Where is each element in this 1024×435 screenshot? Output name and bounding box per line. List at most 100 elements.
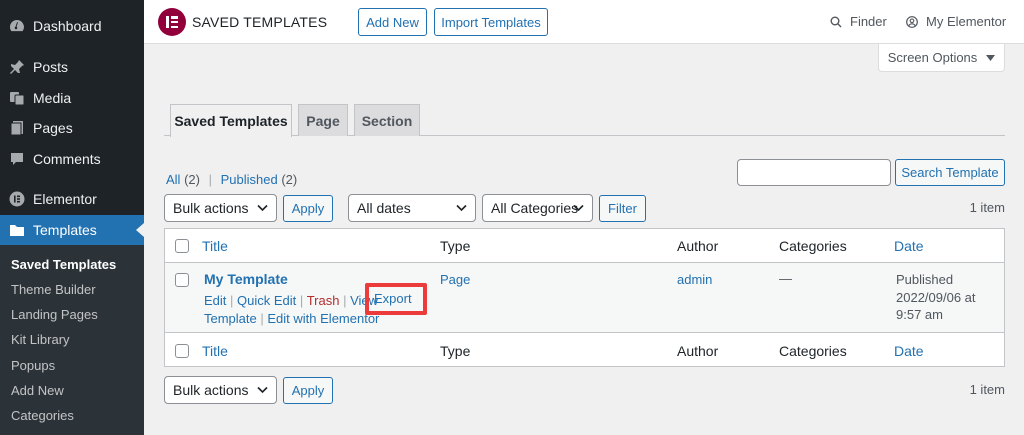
- export-template-suffix[interactable]: Template: [204, 311, 257, 326]
- trash-link[interactable]: Trash: [307, 293, 340, 308]
- view-all-link[interactable]: All: [166, 172, 180, 187]
- screen-options-label: Screen Options: [887, 50, 978, 65]
- my-elementor-label: My Elementor: [926, 14, 1007, 29]
- filter-button[interactable]: Filter: [599, 195, 646, 222]
- row-title-link[interactable]: My Template: [204, 271, 288, 287]
- tab-page[interactable]: Page: [298, 104, 348, 136]
- sidebar-item-pages[interactable]: Pages: [0, 113, 144, 143]
- action-separator: |: [299, 293, 304, 308]
- chevron-down-icon: [257, 204, 268, 212]
- export-link[interactable]: Export: [374, 291, 412, 306]
- select-all-checkbox-top[interactable]: [175, 239, 189, 253]
- view-separator: |: [208, 172, 212, 187]
- chevron-down-icon: [573, 204, 584, 212]
- categories-value: All Categories: [491, 200, 579, 216]
- items-count-bottom: 1 item: [969, 382, 1005, 397]
- sidebar-item-label: Elementor: [33, 191, 97, 207]
- submenu-theme-builder[interactable]: Theme Builder: [11, 282, 96, 297]
- column-author-footer: Author: [677, 343, 719, 359]
- submenu-saved-templates[interactable]: Saved Templates: [11, 257, 116, 272]
- dates-select[interactable]: All dates: [348, 194, 476, 222]
- templates-submenu: Saved Templates Theme Builder Landing Pa…: [0, 245, 144, 435]
- sidebar-item-comments[interactable]: Comments: [0, 144, 144, 174]
- sidebar-item-templates[interactable]: Templates: [0, 215, 144, 245]
- elementor-icon: [9, 191, 25, 207]
- column-date-header[interactable]: Date: [894, 238, 924, 254]
- elementor-header: SAVED TEMPLATES Add New Import Templates…: [144, 0, 1024, 44]
- folder-icon: [9, 222, 25, 238]
- row-categories-value: —: [779, 271, 792, 286]
- sidebar-item-dashboard[interactable]: Dashboard: [0, 11, 144, 41]
- pin-icon: [9, 59, 25, 75]
- bulk-actions-select-bottom[interactable]: Bulk actions: [164, 376, 277, 404]
- row-type-link[interactable]: Page: [440, 272, 470, 287]
- column-title-footer[interactable]: Title: [202, 343, 228, 359]
- edit-with-elementor-link[interactable]: Edit with Elementor: [267, 311, 379, 326]
- page-title: SAVED TEMPLATES: [192, 14, 328, 30]
- sidebar-item-elementor[interactable]: Elementor: [0, 184, 144, 214]
- view-published-link[interactable]: Published: [221, 172, 278, 187]
- import-templates-button[interactable]: Import Templates: [434, 8, 548, 36]
- chevron-down-icon: [257, 386, 268, 394]
- sidebar-item-media[interactable]: Media: [0, 83, 144, 113]
- sidebar-item-label: Templates: [33, 222, 97, 238]
- submenu-kit-library[interactable]: Kit Library: [11, 332, 70, 347]
- action-separator: |: [260, 311, 264, 326]
- chevron-down-icon: [456, 204, 467, 212]
- row-checkbox[interactable]: [175, 273, 189, 287]
- comment-icon: [9, 151, 25, 167]
- items-count-top: 1 item: [969, 200, 1005, 215]
- edit-link[interactable]: Edit: [204, 293, 226, 308]
- templates-table: Title Type Author Categories Date My Tem…: [164, 228, 1005, 367]
- column-type-footer: Type: [440, 343, 471, 359]
- sidebar-item-label: Comments: [33, 151, 101, 167]
- sidebar-item-label: Pages: [33, 120, 73, 136]
- row-date: Published 2022/09/06 at 9:57 am: [896, 271, 976, 324]
- column-type-header: Type: [440, 238, 471, 254]
- sidebar-item-posts[interactable]: Posts: [0, 52, 144, 82]
- quick-edit-link[interactable]: Quick Edit: [237, 293, 296, 308]
- row-author-link[interactable]: admin: [677, 272, 712, 287]
- finder-label: Finder: [850, 14, 887, 29]
- column-date-footer[interactable]: Date: [894, 343, 924, 359]
- column-author-header: Author: [677, 238, 719, 254]
- search-template-button[interactable]: Search Template: [895, 159, 1005, 186]
- caret-down-icon: [986, 54, 996, 61]
- tab-section[interactable]: Section: [354, 104, 420, 136]
- admin-sidebar: Dashboard Posts Media Pages Comments Ele…: [0, 0, 144, 435]
- action-separator: |: [343, 293, 347, 308]
- add-new-button[interactable]: Add New: [358, 8, 427, 36]
- action-separator: |: [230, 293, 234, 308]
- submenu-popups[interactable]: Popups: [11, 358, 55, 373]
- submenu-landing-pages[interactable]: Landing Pages: [11, 307, 98, 322]
- select-all-checkbox-bottom[interactable]: [175, 344, 189, 358]
- apply-button-top[interactable]: Apply: [283, 195, 333, 222]
- bulk-actions-value: Bulk actions: [173, 200, 249, 216]
- row-date-status: Published: [896, 272, 954, 287]
- finder-button[interactable]: Finder: [830, 14, 887, 29]
- column-categories-header: Categories: [779, 238, 847, 254]
- screen-options-button[interactable]: Screen Options: [878, 44, 1005, 72]
- tab-saved-templates[interactable]: Saved Templates: [170, 104, 292, 137]
- sidebar-item-label: Posts: [33, 59, 69, 75]
- row-actions: Edit | Quick Edit | Trash | View Templat…: [204, 292, 384, 328]
- apply-button-bottom[interactable]: Apply: [283, 377, 333, 404]
- bulk-actions-select-top[interactable]: Bulk actions: [164, 194, 277, 222]
- submenu-add-new[interactable]: Add New: [11, 383, 64, 398]
- row-date-time: 9:57 am: [896, 307, 943, 322]
- dashboard-icon: [9, 18, 25, 34]
- post-status-filter: All (2) | Published (2): [166, 172, 297, 187]
- search-icon: [830, 16, 842, 27]
- categories-select[interactable]: All Categories: [482, 194, 593, 222]
- sidebar-item-label: Dashboard: [33, 18, 102, 34]
- submenu-categories[interactable]: Categories: [11, 408, 74, 423]
- view-published-count: (2): [281, 172, 298, 187]
- elementor-logo-icon: [158, 8, 186, 36]
- sidebar-item-label: Media: [33, 90, 72, 106]
- column-categories-footer: Categories: [779, 343, 847, 359]
- dates-value: All dates: [357, 200, 411, 216]
- my-elementor-button[interactable]: My Elementor: [906, 14, 1006, 29]
- row-date-value: 2022/09/06 at: [896, 289, 976, 305]
- search-input[interactable]: [737, 159, 891, 186]
- column-title-header[interactable]: Title: [202, 238, 228, 254]
